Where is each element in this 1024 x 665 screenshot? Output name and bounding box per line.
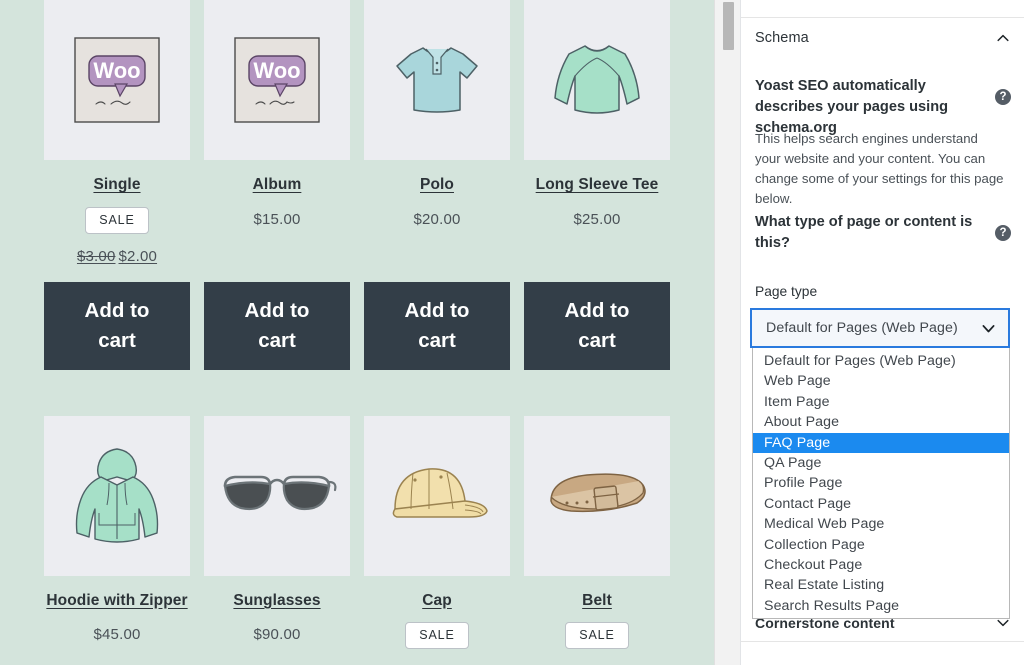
page-type-question-block: What type of page or content is this? ? [755,212,1011,254]
page-type-option-list[interactable]: Default for Pages (Web Page) Web Page Item… [752,348,1010,620]
sale-badge: SALE [85,206,149,234]
product-title[interactable]: Belt [582,592,612,611]
schema-description-block: This helps search engines understand you… [755,129,1011,209]
help-icon[interactable]: ? [995,89,1011,105]
long-sleeve-tee-icon [554,45,640,114]
product-title[interactable]: Hoodie with Zipper [46,592,187,611]
scrollbar-thumb[interactable] [723,2,734,50]
divider [741,17,1024,18]
product-thumbnail[interactable] [364,415,510,576]
sale-badge: SALE [405,622,469,650]
page-type-option[interactable]: About Page [753,412,1009,432]
page-type-label-block: Page type [755,282,1011,301]
page-type-option[interactable]: Default for Pages (Web Page) [753,351,1009,371]
page-type-option[interactable]: Search Results Page [753,596,1009,616]
add-to-cart-button[interactable]: Add to cart [204,281,350,370]
product-row: Woo Single SALE $3.00 $2.00 Woo Album $1… [44,0,690,265]
product-card-polo[interactable]: Polo $20.00 [364,0,510,265]
sunglasses-icon [223,475,337,510]
page-type-option[interactable]: Contact Page [753,494,1009,514]
product-thumbnail[interactable] [524,0,670,160]
add-to-cart-button[interactable]: Add to cart [44,281,190,370]
schema-section-title: Schema [755,30,809,46]
woo-album-icon: Woo [234,37,320,123]
app-root: Woo Single SALE $3.00 $2.00 Woo Album $1… [0,0,1024,665]
page-type-label: Page type [755,284,818,299]
product-thumbnail[interactable]: Woo [204,0,350,160]
product-thumbnail[interactable]: Woo [44,0,190,160]
product-card-single[interactable]: Woo Single SALE $3.00 $2.00 [44,0,190,265]
product-card-belt[interactable]: Belt SALE [524,415,670,650]
product-thumbnail[interactable] [364,0,510,160]
product-row: Hoodie with Zipper $45.00 Sunglasses $90… [44,415,690,650]
product-price: $45.00 [93,626,141,644]
help-icon[interactable]: ? [995,225,1011,241]
product-title[interactable]: Cap [422,592,452,611]
page-type-option[interactable]: QA Page [753,453,1009,473]
add-to-cart-button[interactable]: Add to cart [364,281,510,370]
polo-shirt-icon [396,47,478,113]
product-card-long-sleeve-tee[interactable]: Long Sleeve Tee $25.00 [524,0,670,265]
product-price: $25.00 [573,210,621,228]
svg-text:Woo: Woo [93,58,140,83]
product-thumbnail[interactable] [524,415,670,576]
page-type-option[interactable]: FAQ Page [753,432,1009,453]
belt-icon [550,472,646,512]
shop-preview-area: Woo Single SALE $3.00 $2.00 Woo Album $1… [0,0,722,665]
price-original: $3.00 [76,247,116,265]
product-title[interactable]: Sunglasses [233,592,320,611]
page-type-selected-value: Default for Pages (Web Page) [766,320,958,336]
product-title[interactable]: Long Sleeve Tee [536,176,659,195]
add-to-cart-row: Add to cart Add to cart Add to cart Add … [44,281,690,370]
woo-single-album-icon: Woo [74,37,160,123]
page-type-option[interactable]: Profile Page [753,473,1009,493]
add-to-cart-button[interactable]: Add to cart [524,281,670,370]
price-sale: $2.00 [118,247,158,265]
product-thumbnail[interactable] [204,415,350,576]
product-card-album[interactable]: Woo Album $15.00 [204,0,350,265]
page-type-option[interactable]: Checkout Page [753,555,1009,575]
page-type-question: What type of page or content is this? [755,214,973,252]
page-type-select[interactable]: Default for Pages (Web Page) [750,308,1010,348]
sale-badge: SALE [565,622,629,650]
page-type-option[interactable]: Real Estate Listing [753,575,1009,595]
product-price: $20.00 [413,210,461,228]
product-card-sunglasses[interactable]: Sunglasses $90.00 [204,415,350,650]
product-price: $90.00 [253,626,301,644]
product-title[interactable]: Album [253,176,302,195]
chevron-down-icon[interactable] [980,320,997,337]
divider [741,641,1024,642]
page-type-option[interactable]: Web Page [753,371,1009,391]
product-card-hoodie-with-zipper[interactable]: Hoodie with Zipper $45.00 [44,415,190,650]
page-type-option[interactable]: Collection Page [753,535,1009,555]
schema-section-header[interactable]: Schema [755,30,1011,46]
page-type-option[interactable]: Medical Web Page [753,514,1009,534]
cap-icon [392,467,488,518]
product-thumbnail[interactable] [44,415,190,576]
product-title[interactable]: Polo [420,176,454,195]
page-type-option[interactable]: Item Page [753,392,1009,412]
product-title[interactable]: Single [93,176,140,195]
product-card-cap[interactable]: Cap SALE [364,415,510,650]
hoodie-icon [75,447,159,543]
vertical-scrollbar[interactable] [714,0,740,665]
product-price: $15.00 [253,210,301,228]
product-grid: Woo Single SALE $3.00 $2.00 Woo Album $1… [44,0,690,650]
chevron-up-icon[interactable] [995,30,1011,46]
product-price: $3.00 $2.00 [77,248,157,265]
schema-description: This helps search engines understand you… [755,131,1004,207]
svg-text:Woo: Woo [253,58,300,83]
